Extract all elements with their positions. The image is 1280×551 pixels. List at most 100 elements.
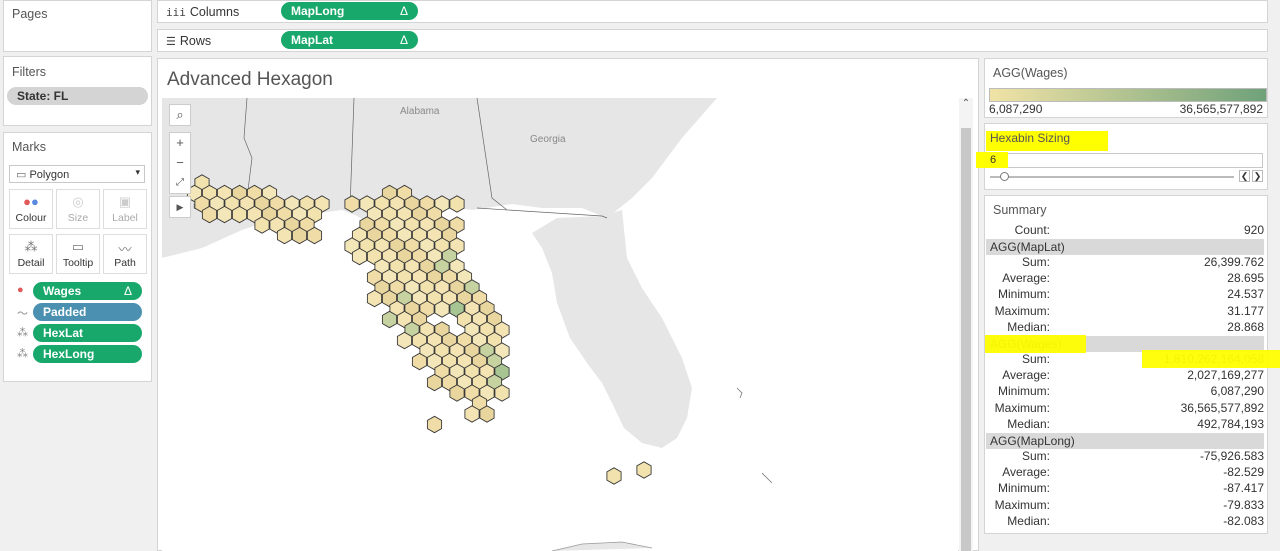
hex-mark[interactable]: [201, 205, 218, 224]
summary-group-header: AGG(MapLong): [986, 433, 1264, 449]
marks-pill-padded-label: Padded: [43, 305, 87, 319]
size-button[interactable]: ◎ Size: [56, 189, 100, 229]
hex-mark[interactable]: [411, 352, 428, 371]
highlight: [1142, 350, 1280, 368]
hex-mark[interactable]: [381, 310, 398, 329]
path-button[interactable]: 〰 Path: [103, 234, 147, 274]
hex-mark[interactable]: [344, 195, 360, 213]
slider-thumb[interactable]: [1000, 172, 1009, 181]
hexbin-slider[interactable]: [990, 172, 1234, 181]
summary-key: Average:: [1002, 465, 1050, 480]
chevron-down-icon: ▾: [135, 167, 140, 177]
summary-row: Median: 28.868: [986, 320, 1264, 336]
colour-label: Colour: [15, 212, 47, 224]
marks-pill-hexlat[interactable]: HexLat: [33, 324, 142, 342]
hexbin-title: Hexabin Sizing: [990, 131, 1071, 145]
summary-value: -82.083: [1223, 513, 1264, 528]
map-label-alabama: Alabama: [400, 106, 440, 117]
pages-title: Pages: [12, 7, 48, 21]
summary-value: -82.529: [1223, 465, 1264, 480]
hex-mark[interactable]: [426, 373, 443, 392]
mark-type-dropdown[interactable]: ▭ Polygon ▾: [9, 165, 145, 183]
hex-mark[interactable]: [479, 405, 495, 423]
slider-next-icon[interactable]: ❯: [1252, 170, 1263, 182]
rows-pill-maplat[interactable]: MapLat Δ: [281, 31, 418, 49]
size-icon: ◎: [72, 194, 84, 209]
summary-value: -75,926.583: [1199, 449, 1264, 463]
tooltip-button[interactable]: ▭ Tooltip: [56, 234, 100, 274]
marks-pill-wages[interactable]: Wages Δ: [33, 282, 142, 300]
legend-card: AGG(Wages) 6,087,290 36,565,577,892: [984, 58, 1268, 118]
summary-row: Average: 28.695: [986, 271, 1264, 287]
slider-prev-icon[interactable]: ❮: [1239, 170, 1250, 182]
summary-value: 920: [1243, 223, 1264, 237]
size-label: Size: [67, 212, 89, 224]
hex-mark[interactable]: [216, 205, 233, 224]
hex-mark[interactable]: [636, 461, 652, 479]
label-button[interactable]: ▣ Label: [103, 189, 147, 229]
summary-value: 36,565,577,892: [1180, 400, 1264, 415]
tooltip-label: Tooltip: [62, 257, 94, 269]
summary-key: Minimum:: [997, 384, 1050, 399]
map[interactable]: Alabama Georgia uisiana: [162, 98, 958, 551]
reset-map-icon[interactable]: ⤢: [170, 173, 190, 193]
play-icon: ▶: [176, 202, 184, 212]
summary-key: Count:: [1014, 223, 1050, 237]
mark-type-label: Polygon: [29, 169, 70, 181]
hex-mark[interactable]: [396, 331, 413, 350]
colour-button[interactable]: ●● Colour: [9, 189, 53, 229]
delta-icon: Δ: [399, 33, 408, 47]
summary-value: 492,784,193: [1197, 416, 1264, 431]
summary-row: Median: -82.083: [986, 514, 1264, 530]
hex-mark[interactable]: [351, 247, 368, 266]
scroll-up-icon[interactable]: ⌃: [959, 98, 973, 109]
zoom-in-icon[interactable]: +: [170, 133, 190, 153]
summary-count-row: Count: 920: [986, 223, 1264, 239]
hex-mark[interactable]: [276, 226, 293, 245]
hex-mark[interactable]: [464, 405, 480, 423]
hex-mark[interactable]: [306, 226, 323, 245]
marks-pill-padded[interactable]: Padded: [33, 303, 142, 321]
marks-pill-hexlong[interactable]: HexLong: [33, 345, 142, 363]
summary-value: 28.868: [1227, 319, 1264, 334]
summary-key: Average:: [1002, 368, 1050, 383]
hex-mark[interactable]: [606, 467, 622, 485]
polygon-icon: ▭: [16, 169, 30, 181]
hex-mark[interactable]: [426, 415, 443, 434]
pages-card: Pages: [3, 0, 152, 52]
marks-pill-hexlong-label: HexLong: [43, 347, 95, 361]
hex-mark[interactable]: [231, 205, 248, 224]
legend-max: 36,565,577,892: [1179, 102, 1263, 116]
hex-mark[interactable]: [254, 216, 270, 234]
hex-mark[interactable]: [366, 289, 383, 308]
summary-row: Maximum: 36,565,577,892: [986, 401, 1264, 417]
zoom-out-icon[interactable]: −: [170, 153, 190, 173]
summary-key: Minimum:: [997, 481, 1050, 496]
hex-mark[interactable]: [494, 384, 510, 402]
summary-value: -87.417: [1223, 481, 1264, 496]
detail-button[interactable]: ⁂ Detail: [9, 234, 53, 274]
scroll-thumb[interactable]: [961, 128, 971, 551]
filter-pill-state[interactable]: State: FL: [7, 87, 148, 105]
summary-row: Maximum: -79.833: [986, 498, 1264, 514]
summary-value: 2,027,169,277: [1187, 368, 1264, 383]
hexbin-input[interactable]: [987, 153, 1263, 168]
marks-pill-wages-label: Wages: [43, 284, 82, 298]
hex-mark[interactable]: [449, 195, 465, 213]
hex-mark[interactable]: [449, 384, 465, 402]
map-toolbar-expand[interactable]: ▶: [169, 196, 191, 218]
marks-pill-hexlat-label: HexLat: [43, 326, 84, 340]
hex-mark[interactable]: [434, 300, 450, 318]
summary-row: Average: 2,027,169,277: [986, 368, 1264, 384]
summary-key: Average:: [1002, 271, 1050, 286]
summary-row: Sum: -75,926.583: [986, 449, 1264, 465]
summary-key: Sum:: [1021, 255, 1050, 269]
hex-mark[interactable]: [291, 226, 308, 245]
detail-label: Detail: [17, 257, 45, 269]
path-icon: 〜: [17, 308, 28, 320]
detail-icon: ⁂: [17, 348, 28, 360]
summary-key: Maximum:: [994, 400, 1050, 415]
columns-pill-maplong[interactable]: MapLong Δ: [281, 2, 418, 20]
view-scrollbar[interactable]: ⌃: [959, 98, 973, 551]
map-search-control[interactable]: ⌕: [169, 104, 191, 126]
